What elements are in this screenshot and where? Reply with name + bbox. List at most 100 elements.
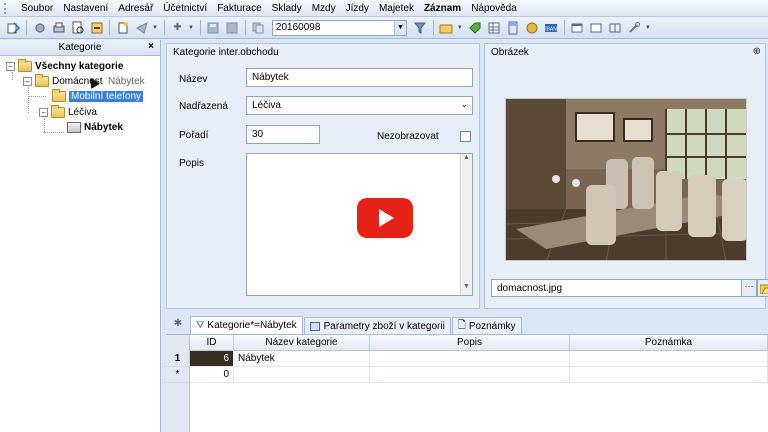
name-field[interactable]: Nábytek bbox=[246, 68, 473, 87]
chevron-down-icon[interactable]: ▼ bbox=[645, 25, 651, 31]
save-icon[interactable] bbox=[205, 19, 222, 36]
column-header-label: ID bbox=[206, 337, 217, 348]
window-split-icon[interactable] bbox=[588, 19, 605, 36]
tree-collapse-icon[interactable]: − bbox=[39, 108, 48, 117]
hide-label: Nezobrazovat bbox=[377, 131, 439, 142]
note-icon: 🗋 bbox=[457, 319, 466, 331]
folder-icon[interactable] bbox=[438, 19, 455, 36]
parent-select[interactable]: Léčiva ⌄ bbox=[246, 96, 473, 115]
filter-icon[interactable] bbox=[412, 19, 429, 36]
menu-majetek[interactable]: Majetek bbox=[374, 3, 419, 14]
image-group-title: Obrázek bbox=[491, 47, 529, 58]
menu-soubor[interactable]: Soubor bbox=[16, 3, 58, 14]
tab-label: Kategorie*=Nábytek bbox=[207, 320, 297, 331]
tree-collapse-icon[interactable]: − bbox=[23, 77, 32, 86]
menu-ucetnictvi[interactable]: Účetnictví bbox=[158, 3, 212, 14]
toolbar: ▼ ✚ ▼ 20160098 ▼ ▼ IBAN ▼ bbox=[0, 17, 768, 39]
tree-item-nabytek[interactable]: Nábytek bbox=[67, 120, 123, 135]
table-cell-name[interactable]: Nábytek bbox=[234, 351, 370, 367]
tab-kategorie[interactable]: ⛛ Kategorie*=Nábytek bbox=[190, 316, 303, 334]
image-file-field[interactable]: domacnost.jpg bbox=[491, 279, 742, 297]
toolbar-separator bbox=[432, 20, 434, 35]
row-indicator[interactable]: 1 bbox=[166, 351, 190, 367]
plus-icon[interactable]: ✚ bbox=[169, 19, 186, 36]
money-icon[interactable] bbox=[524, 19, 541, 36]
table-cell-name[interactable] bbox=[234, 367, 370, 383]
tree-item-mobilni[interactable]: Mobilní telefony bbox=[52, 89, 144, 104]
tag-icon[interactable] bbox=[467, 19, 484, 36]
close-icon[interactable]: × bbox=[148, 41, 154, 52]
table-cell-popis[interactable] bbox=[370, 367, 570, 383]
table-icon[interactable] bbox=[486, 19, 503, 36]
drag-ghost-label: Nábytek bbox=[108, 76, 145, 87]
browse-button[interactable]: ··· bbox=[741, 279, 757, 297]
column-header-label: Název kategorie bbox=[265, 337, 338, 348]
order-field[interactable]: 30 bbox=[246, 125, 320, 144]
pin-icon[interactable]: ⊕ bbox=[753, 46, 761, 57]
row-indicator[interactable]: * bbox=[166, 367, 190, 383]
menu-nastaveni[interactable]: Nastavení bbox=[58, 3, 113, 14]
chevron-down-icon[interactable]: ▼ bbox=[188, 25, 194, 31]
window-icon[interactable] bbox=[569, 19, 586, 36]
youtube-play-button[interactable] bbox=[357, 198, 413, 238]
table-cell-poznamka[interactable] bbox=[570, 351, 768, 367]
save-all-icon[interactable] bbox=[224, 19, 241, 36]
table-cell-poznamka[interactable] bbox=[570, 367, 768, 383]
new-record-icon[interactable] bbox=[114, 19, 131, 36]
menu-napoveda[interactable]: Nápověda bbox=[466, 3, 522, 14]
preview-icon[interactable] bbox=[69, 19, 86, 36]
name-label: Název bbox=[179, 74, 208, 85]
hide-checkbox[interactable] bbox=[460, 131, 471, 142]
tree-line bbox=[44, 118, 45, 132]
iban-icon[interactable]: IBAN bbox=[543, 19, 560, 36]
column-header-id[interactable]: ID bbox=[190, 335, 234, 351]
parent-label: Nadřazená bbox=[179, 101, 228, 112]
description-scrollbar[interactable]: ▲ ▼ bbox=[460, 154, 472, 295]
tab-poznamky[interactable]: 🗋 Poznámky bbox=[451, 317, 522, 334]
menu-grip[interactable] bbox=[4, 2, 8, 14]
print-icon[interactable] bbox=[50, 19, 67, 36]
tree-item-all[interactable]: − Všechny kategorie bbox=[6, 59, 123, 74]
layout-icon[interactable] bbox=[607, 19, 624, 36]
copy-icon[interactable] bbox=[250, 19, 267, 36]
menu-zaznam[interactable]: Záznam bbox=[419, 3, 466, 14]
menu-fakturace[interactable]: Fakturace bbox=[212, 3, 266, 14]
menu-jizdy[interactable]: Jízdy bbox=[341, 3, 374, 14]
chevron-down-icon[interactable]: ⌄ bbox=[460, 99, 468, 110]
open-folder-button[interactable] bbox=[757, 279, 768, 297]
scroll-down-icon[interactable]: ▼ bbox=[461, 283, 472, 295]
table-cell-id[interactable]: 6 bbox=[190, 351, 234, 367]
send-icon[interactable] bbox=[133, 19, 150, 36]
description-textarea[interactable]: ▲ ▼ bbox=[246, 153, 473, 296]
calculator-icon[interactable] bbox=[505, 19, 522, 36]
navigate-icon[interactable] bbox=[5, 19, 22, 36]
scroll-up-icon[interactable]: ▲ bbox=[461, 154, 472, 166]
column-header-popis[interactable]: Popis bbox=[370, 335, 570, 351]
toolbar-separator bbox=[26, 20, 27, 35]
chevron-down-icon[interactable]: ▼ bbox=[393, 20, 406, 35]
settings-icon[interactable] bbox=[31, 19, 48, 36]
record-number-combo[interactable]: 20160098 ▼ bbox=[271, 19, 407, 36]
toolbar-separator bbox=[199, 20, 201, 35]
record-number-value: 20160098 bbox=[275, 22, 321, 33]
main-area: Kategorie inter.obchodu Název Nábytek Na… bbox=[162, 40, 768, 432]
table-cell-popis[interactable] bbox=[370, 351, 570, 367]
export-icon[interactable] bbox=[88, 19, 105, 36]
chevron-down-icon[interactable]: ▼ bbox=[152, 25, 158, 31]
folder-icon bbox=[35, 74, 49, 87]
folder-icon bbox=[52, 89, 66, 102]
category-panel: Kategorie × − Všechny kategorie − Domácn… bbox=[0, 40, 161, 432]
tab-label: Poznámky bbox=[468, 320, 516, 332]
tab-parametry[interactable]: Parametry zboží v kategorii bbox=[303, 317, 451, 334]
tree-collapse-icon[interactable]: − bbox=[6, 62, 15, 71]
tree-item-leciva[interactable]: − Léčiva bbox=[39, 105, 97, 120]
menu-adresar[interactable]: Adresář bbox=[113, 3, 158, 14]
tools-icon[interactable] bbox=[626, 19, 643, 36]
tab-options-icon[interactable]: ✱ bbox=[166, 318, 190, 334]
column-header-poznamka[interactable]: Poznámka bbox=[570, 335, 768, 351]
menu-sklady[interactable]: Sklady bbox=[267, 3, 307, 14]
column-header-name[interactable]: Název kategorie bbox=[234, 335, 370, 351]
menu-mzdy[interactable]: Mzdy bbox=[307, 3, 341, 14]
chevron-down-icon[interactable]: ▼ bbox=[457, 25, 463, 31]
table-cell-id[interactable]: 0 bbox=[190, 367, 234, 383]
